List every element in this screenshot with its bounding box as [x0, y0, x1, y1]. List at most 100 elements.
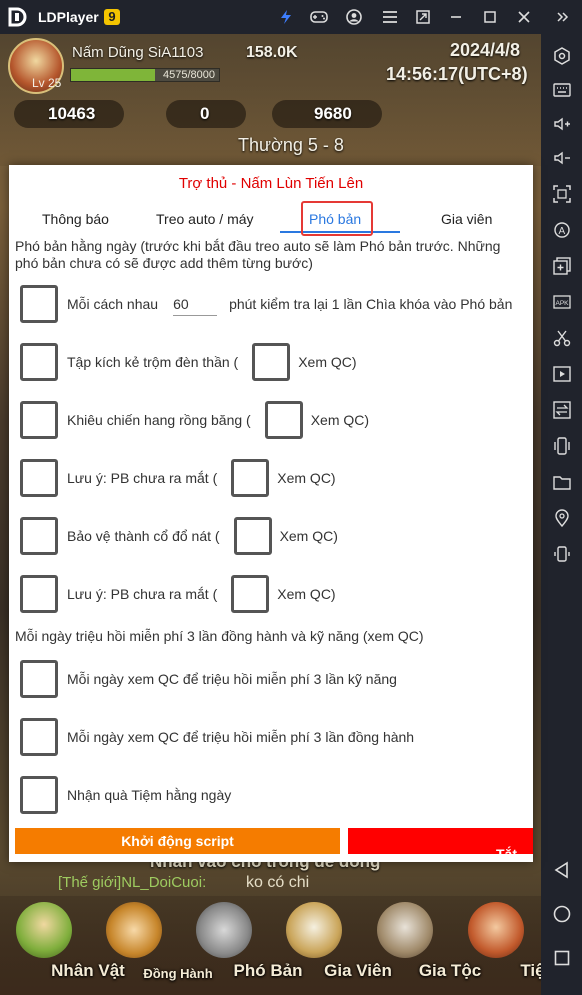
daily-row: Nhận quà Tiệm hằng ngày [20, 775, 231, 815]
dungeon-row: Bảo vệ thành cổ đổ nát ( Xem QC) [20, 516, 338, 556]
daily-checkbox[interactable] [20, 660, 58, 698]
gamepad-icon[interactable] [310, 8, 328, 26]
location-icon[interactable] [552, 508, 572, 528]
minimize-icon[interactable] [447, 8, 465, 26]
dungeon-row: Lưu ý: PB chưa ra mắt ( Xem QC) [20, 458, 336, 498]
diamonds-amount: 9680 [314, 104, 352, 123]
stop-script-button[interactable]: Tắt script [348, 828, 533, 854]
crossed-swords-icon [196, 902, 252, 958]
daily-row: Mỗi ngày xem QC để triệu hồi miễn phí 3 … [20, 717, 414, 757]
svg-text:A: A [559, 226, 566, 237]
auto-click-icon[interactable]: A [552, 220, 572, 240]
exp-text: 4575/8000 [163, 69, 215, 81]
chat-message: ko có chi [246, 874, 310, 891]
dialog-title: Trợ thủ - Nấm Lùn Tiến Lên [178, 175, 364, 192]
recent-apps-icon[interactable] [552, 948, 572, 968]
dungeon-checkbox[interactable] [20, 517, 58, 555]
tab-thong-bao[interactable]: Thông báo [42, 211, 109, 227]
dungeon-row: Lưu ý: PB chưa ra mắt ( Xem QC) [20, 574, 336, 614]
game-clock: 14:56:17(UTC+8) [386, 64, 528, 84]
daily-label: Mỗi ngày xem QC để triệu hồi miễn phí 3 … [67, 729, 415, 745]
assistant-dialog: Trợ thủ - Nấm Lùn Tiến Lên Thông báo Tre… [9, 165, 533, 862]
maximize-icon[interactable] [481, 8, 499, 26]
dungeon-label: Lưu ý: PB chưa ra mắt ( [67, 586, 218, 602]
volume-up-icon[interactable] [552, 114, 572, 134]
multi-instance-icon[interactable] [552, 256, 572, 276]
garden-icon [286, 902, 342, 958]
exp-bar: 4575/8000 [70, 68, 220, 82]
title-bar: LDPlayer 9 [0, 0, 582, 34]
version-badge: 9 [104, 9, 120, 25]
sync-icon[interactable] [552, 400, 572, 420]
rotate-icon[interactable] [552, 544, 572, 564]
tab-highlight-box [301, 201, 373, 236]
watch-ad-checkbox[interactable] [264, 401, 303, 439]
app-title: LDPlayer [38, 9, 99, 25]
watch-ad-label: Xem QC) [298, 354, 357, 370]
menu-icon[interactable] [381, 8, 399, 26]
dungeon-label: Khiêu chiến hang rồng băng ( [67, 412, 251, 428]
interval-prefix: Mỗi cách nhau [67, 296, 159, 312]
nav-gia-toc[interactable]: Gia Tộc [360, 896, 481, 995]
game-date: 2024/4/8 [450, 40, 521, 60]
ldplayer-logo-icon [8, 7, 27, 27]
watch-ad-checkbox[interactable] [231, 459, 270, 497]
shake-icon[interactable] [552, 436, 572, 456]
nav-nhan-vat[interactable]: Nhân Vật [0, 896, 125, 995]
dungeon-label: Tập kích kẻ trộm đèn thần ( [67, 354, 239, 370]
volume-down-icon[interactable] [552, 148, 572, 168]
nav-tiem[interactable]: Tiệm [452, 896, 541, 995]
folder-icon[interactable] [552, 472, 572, 492]
home-icon[interactable] [552, 904, 572, 924]
stage-label: Thường 5 - 8 [238, 135, 344, 155]
dungeon-label: Bảo vệ thành cổ đổ nát ( [67, 528, 220, 544]
dungeon-checkbox[interactable] [20, 459, 58, 497]
interval-checkbox[interactable] [20, 285, 58, 323]
daily-label: Nhận quà Tiệm hằng ngày [67, 787, 232, 803]
stop-script-label: Tắt script [496, 846, 517, 854]
gems-amount: 0 [200, 104, 210, 123]
watch-ad-checkbox[interactable] [233, 517, 272, 555]
daily-label: Mỗi ngày xem QC để triệu hồi miễn phí 3 … [67, 671, 397, 687]
shop-icon [468, 902, 524, 958]
companion-icon [106, 902, 162, 958]
close-icon[interactable] [515, 8, 533, 26]
daily-checkbox[interactable] [20, 718, 58, 756]
watch-ad-label: Xem QC) [277, 586, 336, 602]
restore-window-icon[interactable] [414, 8, 432, 26]
apk-install-icon[interactable]: APK [552, 292, 572, 312]
interval-row: Mỗi cách nhau phút kiểm tra lại 1 lần Ch… [20, 284, 512, 324]
keyboard-icon[interactable] [552, 80, 572, 100]
dungeon-checkbox[interactable] [20, 575, 58, 613]
watch-ad-label: Xem QC) [277, 470, 336, 486]
scissors-icon[interactable] [552, 328, 572, 348]
dungeon-row: Khiêu chiến hang rồng băng ( Xem QC) [20, 400, 369, 440]
watch-ad-label: Xem QC) [310, 412, 370, 428]
svg-text:APK: APK [556, 300, 570, 307]
interval-minutes-input[interactable] [173, 292, 218, 316]
nav-gia-vien[interactable]: Gia Viên [270, 896, 392, 995]
interval-suffix: phút kiểm tra lại 1 lần Chìa khóa vào Ph… [229, 296, 513, 312]
watch-ad-checkbox[interactable] [252, 343, 291, 381]
screenshot-icon[interactable] [552, 184, 572, 204]
account-icon[interactable] [345, 8, 363, 26]
nav-dong-hanh[interactable]: Đồng Hành [90, 896, 213, 995]
dungeon-checkbox[interactable] [20, 401, 58, 439]
double-chevron-icon[interactable] [553, 8, 571, 26]
video-record-icon[interactable] [552, 364, 572, 384]
nav-label: Tiệm [520, 961, 541, 980]
settings-hex-icon[interactable] [552, 46, 572, 66]
performance-icon[interactable] [277, 8, 295, 26]
daily-checkbox[interactable] [20, 776, 58, 814]
player-name: Nấm Dũng SiA1103 [72, 44, 204, 61]
tab-gia-vien[interactable]: Gia viên [441, 211, 492, 227]
back-icon[interactable] [552, 860, 572, 880]
dungeon-intro-text: Phó bản hằng ngày (trước khi bắt đầu tre… [15, 238, 501, 271]
right-toolbar: A APK [541, 34, 582, 995]
watch-ad-checkbox[interactable] [231, 575, 270, 613]
tab-treo-auto[interactable]: Treo auto / máy [156, 211, 254, 227]
nav-pho-ban[interactable]: Phó Bản [180, 896, 302, 995]
summon-section-title: Mỗi ngày triệu hồi miễn phí 3 lần đồng h… [15, 628, 424, 644]
start-script-button[interactable]: Khởi động script [15, 828, 340, 854]
dungeon-checkbox[interactable] [20, 343, 58, 381]
